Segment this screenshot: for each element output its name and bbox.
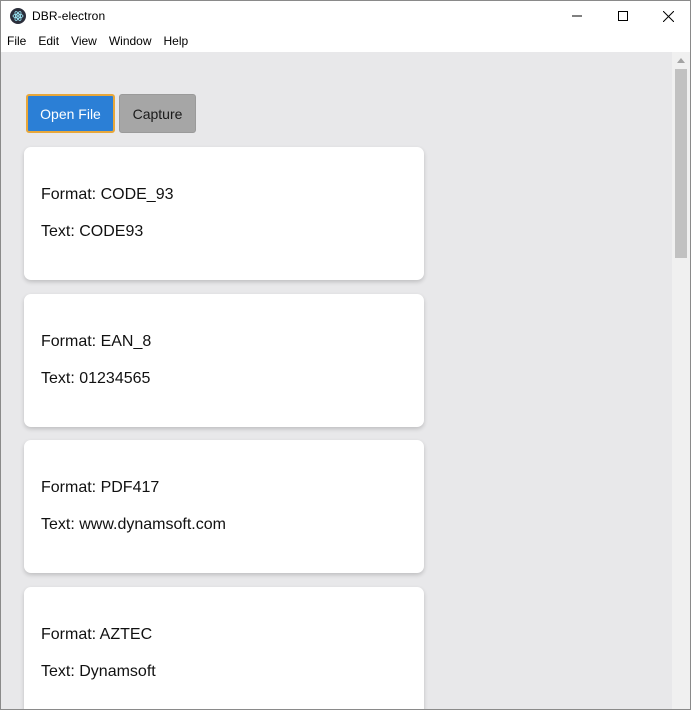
menu-view[interactable]: View (65, 31, 103, 52)
app-window: DBR-electron File Edit View Window Help … (0, 0, 691, 710)
result-card: Format: PDF417 Text: www.dynamsoft.com (24, 440, 424, 573)
result-format: Format: PDF417 (41, 479, 160, 496)
menu-edit[interactable]: Edit (32, 31, 65, 52)
maximize-button[interactable] (600, 1, 646, 31)
result-card: Format: AZTEC Text: Dynamsoft (24, 587, 424, 709)
toolbar: Open File Capture (26, 94, 196, 133)
chevron-up-icon (677, 58, 685, 63)
vertical-scrollbar[interactable] (672, 52, 690, 709)
result-text: Text: www.dynamsoft.com (41, 516, 226, 533)
result-format: Format: CODE_93 (41, 186, 174, 203)
open-file-button[interactable]: Open File (26, 94, 115, 133)
close-button[interactable] (645, 1, 690, 31)
result-text: Text: 01234565 (41, 370, 151, 387)
title-bar[interactable]: DBR-electron (1, 1, 690, 31)
menu-bar: File Edit View Window Help (1, 31, 690, 52)
minimize-icon (572, 15, 582, 17)
minimize-button[interactable] (554, 1, 600, 31)
scroll-up-button[interactable] (672, 52, 690, 69)
close-icon (662, 10, 674, 22)
menu-window[interactable]: Window (103, 31, 158, 52)
scroll-thumb[interactable] (675, 69, 687, 258)
main-content: Open File Capture Format: CODE_93 Text: … (1, 52, 672, 709)
result-card: Format: EAN_8 Text: 01234565 (24, 294, 424, 427)
result-format: Format: AZTEC (41, 626, 153, 643)
capture-button[interactable]: Capture (119, 94, 196, 133)
window-title: DBR-electron (32, 9, 106, 23)
result-card: Format: CODE_93 Text: CODE93 (24, 147, 424, 280)
menu-file[interactable]: File (1, 31, 32, 52)
result-text: Text: CODE93 (41, 223, 144, 240)
result-format: Format: EAN_8 (41, 333, 152, 350)
maximize-icon (618, 11, 628, 21)
electron-icon (10, 8, 26, 24)
menu-help[interactable]: Help (158, 31, 195, 52)
result-text: Text: Dynamsoft (41, 663, 156, 680)
